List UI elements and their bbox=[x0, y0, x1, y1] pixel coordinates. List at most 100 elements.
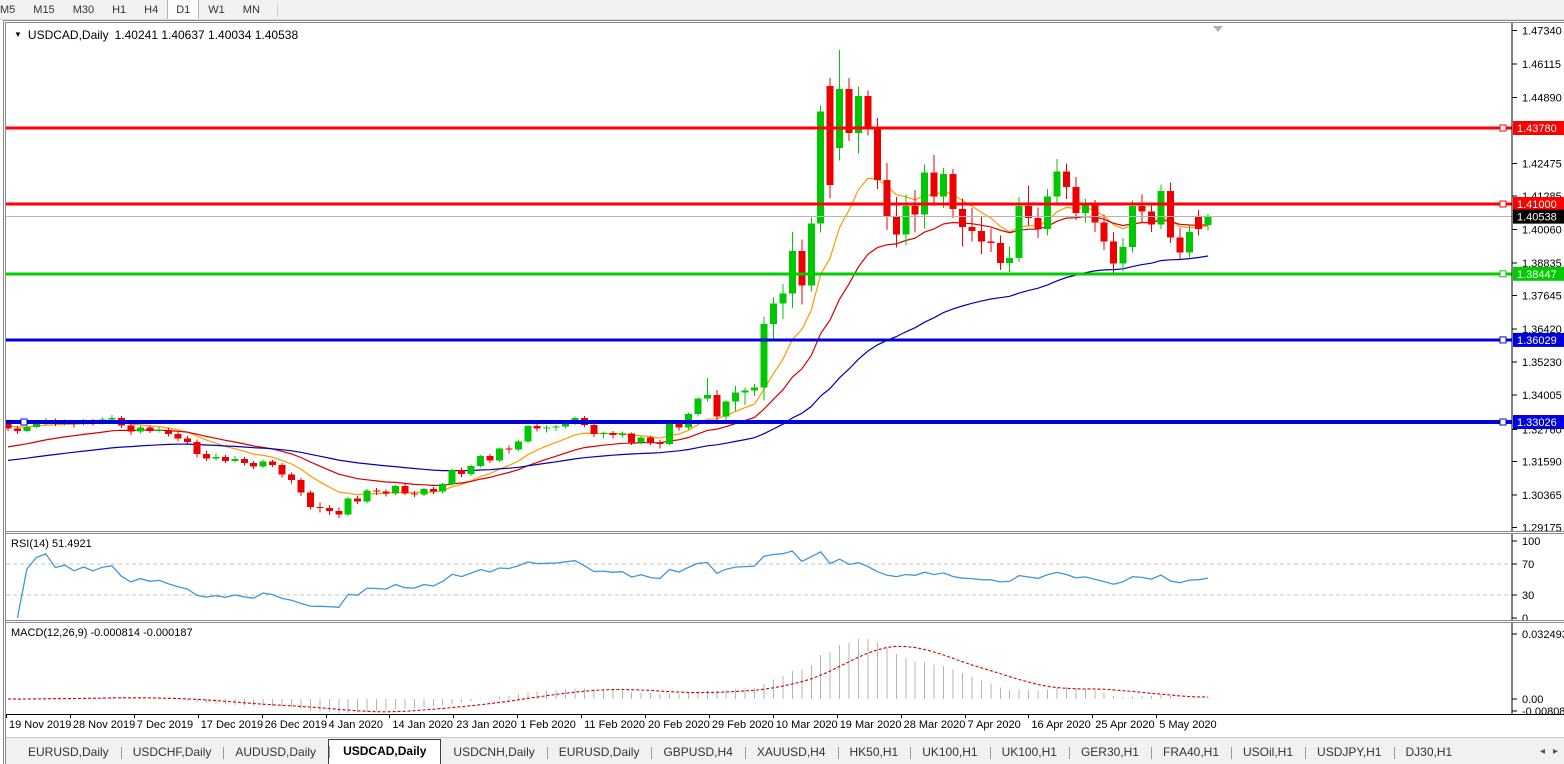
date-tick bbox=[262, 714, 263, 718]
timeframe-button-h1[interactable]: H1 bbox=[103, 3, 135, 17]
hline-handle-icon[interactable] bbox=[1500, 201, 1506, 207]
chart-tab-eurusd-daily[interactable]: EURUSD,Daily bbox=[16, 741, 121, 764]
macd-tick-label: 0.00 bbox=[1522, 694, 1543, 706]
chart-window: ▼ USDCAD,Daily 1.40241 1.40637 1.40034 1… bbox=[3, 20, 1564, 764]
timeframe-button-m30[interactable]: M30 bbox=[64, 3, 103, 17]
timeframe-button-w1[interactable]: W1 bbox=[199, 3, 234, 17]
rsi-tick-label: 70 bbox=[1522, 559, 1534, 571]
date-tick bbox=[6, 714, 7, 718]
date-label: 19 Nov 2019 bbox=[9, 719, 71, 731]
chart-tab-gbpusd-h4[interactable]: GBPUSD,H4 bbox=[651, 741, 744, 764]
chart-tab-bar: EURUSD,DailyUSDCHF,DailyAUDUSD,DailyUSDC… bbox=[6, 737, 1564, 764]
chart-tab-dj30-h1[interactable]: DJ30,H1 bbox=[1394, 741, 1465, 764]
date-label: 16 Apr 2020 bbox=[1031, 719, 1090, 731]
date-label: 5 May 2020 bbox=[1159, 719, 1216, 731]
macd-tick-label: -0.008086 bbox=[1522, 706, 1564, 714]
price-tick-label: 1.42475 bbox=[1522, 159, 1562, 171]
date-tick bbox=[965, 714, 966, 718]
timeframe-button-d1[interactable]: D1 bbox=[167, 0, 199, 20]
toolbar-divider bbox=[277, 3, 278, 17]
price-tick-label: 1.35230 bbox=[1522, 357, 1562, 369]
date-tick bbox=[453, 714, 454, 718]
price-tick-label: 1.31590 bbox=[1522, 456, 1562, 468]
chart-tab-hk50-h1[interactable]: HK50,H1 bbox=[838, 741, 911, 764]
chart-tab-eurusd-daily[interactable]: EURUSD,Daily bbox=[547, 741, 652, 764]
date-label: 26 Dec 2019 bbox=[265, 719, 327, 731]
macd-histogram bbox=[8, 639, 1208, 714]
chart-symbol-label: USDCAD,Daily bbox=[28, 28, 109, 42]
timeframe-button-m15[interactable]: M15 bbox=[24, 3, 63, 17]
timeframe-toolbar: M5M15M30H1H4D1W1MN bbox=[0, 0, 1564, 20]
date-label: 14 Jan 2020 bbox=[392, 719, 453, 731]
chart-tab-usdjpy-h1[interactable]: USDJPY,H1 bbox=[1305, 741, 1393, 764]
date-label: 1 Feb 2020 bbox=[520, 719, 576, 731]
hline-handle-icon[interactable] bbox=[1500, 271, 1506, 277]
chart-tab-audusd-daily[interactable]: AUDUSD,Daily bbox=[223, 741, 328, 764]
chart-tab-uk100-h1[interactable]: UK100,H1 bbox=[910, 741, 989, 764]
rsi-tick-label: 100 bbox=[1522, 536, 1540, 548]
date-tick bbox=[1156, 714, 1157, 718]
hline-handle-icon[interactable] bbox=[1500, 337, 1506, 343]
bid-price-label: 1.40538 bbox=[1517, 212, 1557, 224]
price-tick-label: 1.29175 bbox=[1522, 522, 1562, 531]
tab-scroll-right-icon[interactable]: ▸ bbox=[1553, 746, 1558, 757]
hline-price-label: 1.38447 bbox=[1517, 269, 1557, 281]
macd-pane[interactable]: 0.0324930.00-0.008086MACD(12,26,9) -0.00… bbox=[6, 623, 1564, 714]
date-tick bbox=[837, 714, 838, 718]
timeframe-button-m5[interactable]: M5 bbox=[0, 3, 24, 17]
hline-price-label: 1.33026 bbox=[1517, 417, 1557, 429]
ma-line-10 bbox=[8, 179, 1208, 495]
date-tick bbox=[389, 714, 390, 718]
price-tick-label: 1.40060 bbox=[1522, 225, 1562, 237]
date-tick bbox=[517, 714, 518, 718]
rsi-tick-label: 0 bbox=[1522, 613, 1528, 620]
date-tick bbox=[198, 714, 199, 718]
date-label: 23 Jan 2020 bbox=[456, 719, 517, 731]
date-label: 7 Dec 2019 bbox=[137, 719, 193, 731]
candles-layer bbox=[6, 50, 1212, 518]
hline-handle-icon[interactable] bbox=[1500, 419, 1506, 425]
price-tick-label: 1.46115 bbox=[1522, 59, 1561, 71]
macd-signal-line bbox=[8, 646, 1208, 712]
symbol-dropdown-icon[interactable]: ▼ bbox=[14, 30, 22, 39]
chart-tab-ger30-h1[interactable]: GER30,H1 bbox=[1069, 741, 1151, 764]
main-chart-pane[interactable]: 1.473401.461151.448901.424751.412851.400… bbox=[6, 23, 1564, 531]
date-label: 7 Apr 2020 bbox=[968, 719, 1021, 731]
date-label: 10 Mar 2020 bbox=[776, 719, 838, 731]
date-label: 28 Mar 2020 bbox=[904, 719, 966, 731]
date-label: 11 Feb 2020 bbox=[584, 719, 645, 731]
date-label: 28 Nov 2019 bbox=[73, 719, 135, 731]
tab-scroll-left-icon[interactable]: ◂ bbox=[1540, 746, 1545, 757]
hline-handle-icon[interactable] bbox=[21, 419, 27, 425]
date-tick bbox=[773, 714, 774, 718]
hline-price-label: 1.36029 bbox=[1517, 335, 1557, 347]
date-label: 19 Mar 2020 bbox=[840, 719, 902, 731]
chart-shift-marker-icon[interactable] bbox=[1213, 26, 1223, 32]
date-axis[interactable]: 19 Nov 201928 Nov 20197 Dec 2019 17 Dec 2… bbox=[6, 714, 1564, 739]
hline-price-label: 1.43780 bbox=[1517, 123, 1557, 135]
date-label: 25 Apr 2020 bbox=[1095, 719, 1154, 731]
date-tick bbox=[581, 714, 582, 718]
chart-ohlc-values: 1.40241 1.40637 1.40034 1.40538 bbox=[115, 28, 299, 42]
rsi-pane[interactable]: 10070300RSI(14) 51.4921 bbox=[6, 534, 1564, 620]
date-tick bbox=[901, 714, 902, 718]
chart-tab-xauusd-h4[interactable]: XAUUSD,H4 bbox=[745, 741, 838, 764]
price-tick-label: 1.34005 bbox=[1522, 390, 1562, 402]
chart-tab-usdcnh-daily[interactable]: USDCNH,Daily bbox=[441, 741, 546, 764]
chart-tab-usdchf-daily[interactable]: USDCHF,Daily bbox=[121, 741, 224, 764]
timeframe-buttons: M5M15M30H1H4D1W1MN bbox=[0, 0, 269, 19]
date-tick bbox=[1028, 714, 1029, 718]
chart-tab-usdcad-daily[interactable]: USDCAD,Daily bbox=[328, 739, 441, 764]
hline-handle-icon[interactable] bbox=[1500, 125, 1506, 131]
chart-tab-fra40-h1[interactable]: FRA40,H1 bbox=[1151, 741, 1231, 764]
hline-price-label: 1.41000 bbox=[1517, 199, 1557, 211]
rsi-tick-label: 30 bbox=[1522, 590, 1534, 602]
date-label: 17 Dec 2019 bbox=[201, 719, 263, 731]
chart-tab-uk100-h1[interactable]: UK100,H1 bbox=[990, 741, 1069, 764]
timeframe-button-h4[interactable]: H4 bbox=[135, 3, 167, 17]
date-tick bbox=[1092, 714, 1093, 718]
chart-tab-usoil-h1[interactable]: USOil,H1 bbox=[1231, 741, 1305, 764]
date-tick bbox=[326, 714, 327, 718]
price-tick-label: 1.30365 bbox=[1522, 490, 1562, 502]
timeframe-button-mn[interactable]: MN bbox=[234, 3, 269, 17]
